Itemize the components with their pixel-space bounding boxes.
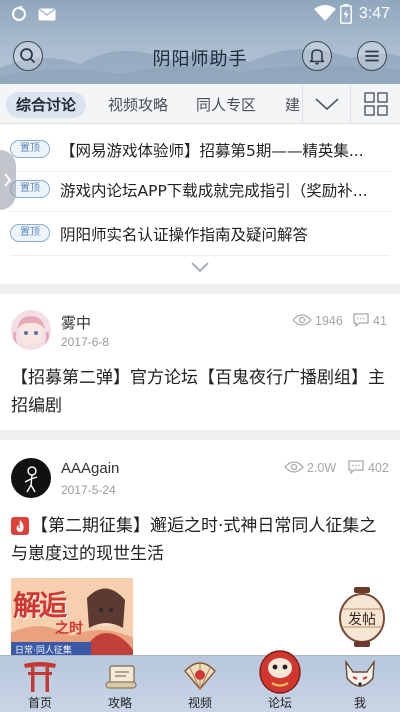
menu-button[interactable] <box>357 41 387 71</box>
battery-icon <box>340 4 352 24</box>
view-count: 1946 <box>315 314 343 328</box>
nav-forum-label: 论坛 <box>267 696 292 710</box>
pinned-item[interactable]: 置顶 【网易游戏体验师】招募第5期——精英集... <box>10 128 390 172</box>
post-date: 2017-6-8 <box>61 335 110 349</box>
nav-forum[interactable]: 论坛 <box>240 650 320 712</box>
comment-count: 41 <box>373 314 387 328</box>
post-banner-image[interactable]: 解逅 之时 日常·同人征集 <box>11 578 133 658</box>
comment-count: 402 <box>368 461 389 475</box>
fan-icon <box>184 662 216 691</box>
comment-icon <box>348 460 364 474</box>
pinned-badge: 置顶 <box>10 224 50 242</box>
clock-time: 3:47 <box>358 5 390 22</box>
tab-fan-zone[interactable]: 同人专区 <box>196 92 256 118</box>
notifications-button[interactable] <box>302 41 332 71</box>
anime-avatar-icon <box>11 310 51 350</box>
forum-app: { "status_bar": {"time": "3:47"}, "heade… <box>0 0 400 712</box>
bottom-navigation: 首页 攻略 视频 论坛 我 <box>0 650 400 712</box>
nav-me-label: 我 <box>353 696 366 710</box>
tab-scroller[interactable]: 综合讨论 视频攻略 同人专区 建 <box>0 84 302 124</box>
post-author[interactable]: 雾中 <box>61 312 91 333</box>
post-title[interactable]: 【第二期征集】邂逅之时·式神日常同人征集之与崽度过的现世生活 <box>11 512 389 568</box>
nav-guides-label: 攻略 <box>107 696 132 710</box>
pinned-item[interactable]: 置顶 阴阳师实名认证操作指南及疑问解答 <box>10 212 390 256</box>
new-post-label: 发帖 <box>348 612 376 628</box>
fox-mask-icon <box>345 660 375 687</box>
pinned-title: 游戏内论坛APP下载成就完成指引（奖励补... <box>60 182 368 200</box>
tab-general-discussion[interactable]: 综合讨论 <box>6 92 86 118</box>
hamburger-menu-icon <box>365 50 379 62</box>
eye-icon <box>292 314 312 326</box>
pinned-badge: 置顶 <box>10 140 50 158</box>
post-title[interactable]: 【招募第二弹】官方论坛【百鬼夜行广播剧组】主招编剧 <box>11 364 389 420</box>
navbar: 阴阳师助手 <box>0 28 400 84</box>
avatar[interactable] <box>11 458 51 498</box>
wifi-icon <box>314 5 336 21</box>
comment-icon <box>353 313 369 327</box>
nav-video-label: 视频 <box>187 696 212 710</box>
tabs-grid-button[interactable] <box>350 84 400 124</box>
post-date: 2017-5-24 <box>61 483 116 497</box>
header: 3:47 阴阳师助手 <box>0 0 400 84</box>
torii-icon <box>24 662 56 692</box>
mail-icon <box>38 8 56 21</box>
post-author[interactable]: AAAgain <box>61 460 119 477</box>
tab-partial[interactable]: 建 <box>285 92 300 118</box>
chevron-down-icon <box>315 98 339 111</box>
post-card[interactable]: 雾中 2017-6-8 1946 41 【招募第二弹】官方论坛【百鬼夜行广播剧组… <box>0 294 400 430</box>
tabs-expand-button[interactable] <box>302 84 350 124</box>
stick-figure-avatar-icon <box>24 466 38 493</box>
nav-home[interactable]: 首页 <box>0 656 80 712</box>
pinned-section: 置顶 【网易游戏体验师】招募第5期——精英集... 置顶 游戏内论坛APP下载成… <box>0 124 400 284</box>
page-title: 阴阳师助手 <box>152 49 248 70</box>
pinned-title: 【网易游戏体验师】招募第5期——精英集... <box>60 142 364 160</box>
category-tabs: 综合讨论 视频攻略 同人专区 建 <box>0 84 400 124</box>
pinned-title: 阴阳师实名认证操作指南及疑问解答 <box>60 226 309 244</box>
scroll-icon <box>105 665 137 689</box>
side-drawer-handle[interactable] <box>0 150 16 210</box>
daruma-icon <box>259 650 301 694</box>
nav-guides[interactable]: 攻略 <box>80 656 160 712</box>
avatar[interactable] <box>11 310 51 350</box>
new-post-button[interactable]: 发帖 <box>338 587 386 647</box>
pinned-item[interactable]: 置顶 游戏内论坛APP下载成就完成指引（奖励补... <box>10 168 390 212</box>
nav-me[interactable]: 我 <box>320 656 400 712</box>
bell-icon <box>309 49 325 65</box>
sync-icon <box>12 6 26 21</box>
banner-subtitle: 之时 <box>55 621 83 637</box>
nav-video[interactable]: 视频 <box>160 656 240 712</box>
nav-home-label: 首页 <box>27 696 52 710</box>
view-count: 2.0W <box>307 461 337 475</box>
eye-icon <box>284 461 304 473</box>
chevron-right-icon <box>4 173 12 187</box>
pinned-badge: 置顶 <box>10 180 50 198</box>
status-bar: 3:47 <box>0 0 400 28</box>
grid-icon <box>364 92 388 116</box>
tab-video-guides[interactable]: 视频攻略 <box>108 92 168 118</box>
expand-pinned-icon[interactable] <box>190 260 210 274</box>
